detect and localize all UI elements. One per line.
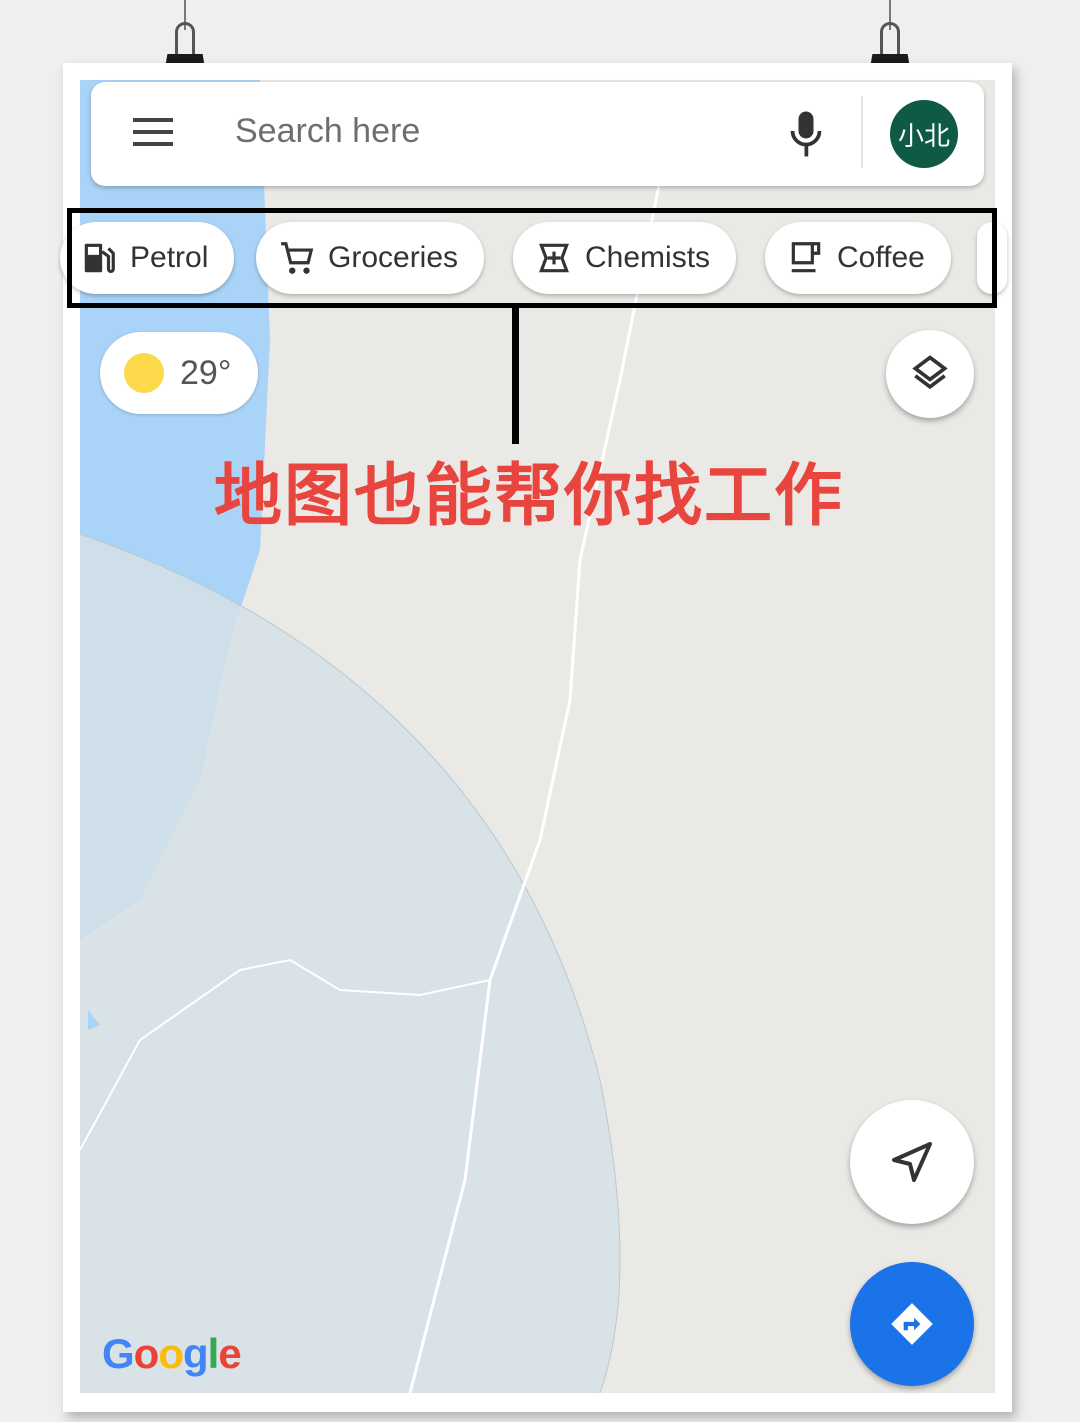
temperature: 29° (180, 353, 232, 392)
annotation-pointer-line (512, 308, 519, 444)
navigation-arrow-icon (892, 1142, 932, 1182)
search-input[interactable]: Search here (235, 112, 420, 151)
google-logo: Google (102, 1330, 242, 1377)
search-bar[interactable]: Search here 小北 (91, 82, 984, 186)
menu-icon[interactable] (133, 118, 173, 148)
annotation-caption: 地图也能帮你找工作 (214, 458, 845, 534)
annotation-highlight-box (67, 208, 997, 308)
directions-icon (891, 1303, 933, 1345)
directions-button[interactable] (850, 1262, 974, 1386)
layers-button[interactable] (886, 330, 974, 418)
avatar[interactable]: 小北 (890, 100, 958, 168)
divider (861, 96, 863, 168)
weather-chip[interactable]: 29° (100, 332, 258, 414)
sun-icon (124, 353, 164, 393)
microphone-icon[interactable] (788, 110, 824, 158)
layers-icon (912, 355, 948, 390)
my-location-button[interactable] (850, 1100, 974, 1224)
